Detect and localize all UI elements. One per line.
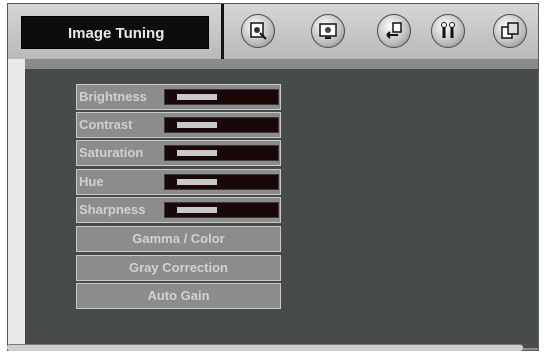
- display-screen-icon[interactable]: [311, 14, 345, 48]
- copy-windows-icon[interactable]: [493, 14, 527, 48]
- gamma-color-label: Gamma / Color: [132, 231, 225, 246]
- saturation-slider[interactable]: [164, 145, 279, 161]
- brightness-label: Brightness: [79, 89, 147, 104]
- auto-gain-label: Auto Gain: [147, 288, 210, 303]
- hue-row[interactable]: Hue: [76, 169, 281, 195]
- tools-icon[interactable]: [431, 14, 465, 48]
- page-title: Image Tuning: [21, 16, 209, 49]
- hue-level: [177, 179, 217, 185]
- saturation-row[interactable]: Saturation: [76, 140, 281, 166]
- gray-correction-button[interactable]: Gray Correction: [76, 255, 281, 281]
- sharpness-label: Sharpness: [79, 202, 146, 217]
- osd-header: Image Tuning: [8, 4, 538, 64]
- sharpness-slider[interactable]: [164, 202, 279, 218]
- saturation-label: Saturation: [79, 145, 144, 160]
- left-strip: [8, 59, 25, 349]
- saturation-level: [177, 150, 217, 156]
- sharpness-level: [177, 207, 217, 213]
- brightness-row[interactable]: Brightness: [76, 84, 281, 110]
- contrast-row[interactable]: Contrast: [76, 112, 281, 138]
- sharpness-row[interactable]: Sharpness: [76, 197, 281, 223]
- contrast-label: Contrast: [79, 117, 133, 132]
- brightness-slider[interactable]: [164, 89, 279, 105]
- bottom-scroll-bar: [7, 344, 523, 351]
- gray-correction-label: Gray Correction: [129, 260, 228, 275]
- input-source-icon[interactable]: [377, 14, 411, 48]
- picture-adjust-icon[interactable]: [241, 14, 275, 48]
- brightness-level: [177, 94, 217, 100]
- header-divider: [221, 4, 224, 64]
- hue-label: Hue: [79, 174, 104, 189]
- hue-slider[interactable]: [164, 174, 279, 190]
- gamma-color-button[interactable]: Gamma / Color: [76, 226, 281, 252]
- auto-gain-button[interactable]: Auto Gain: [76, 283, 281, 309]
- contrast-level: [177, 122, 217, 128]
- panel-top-band: [25, 59, 538, 69]
- contrast-slider[interactable]: [164, 117, 279, 133]
